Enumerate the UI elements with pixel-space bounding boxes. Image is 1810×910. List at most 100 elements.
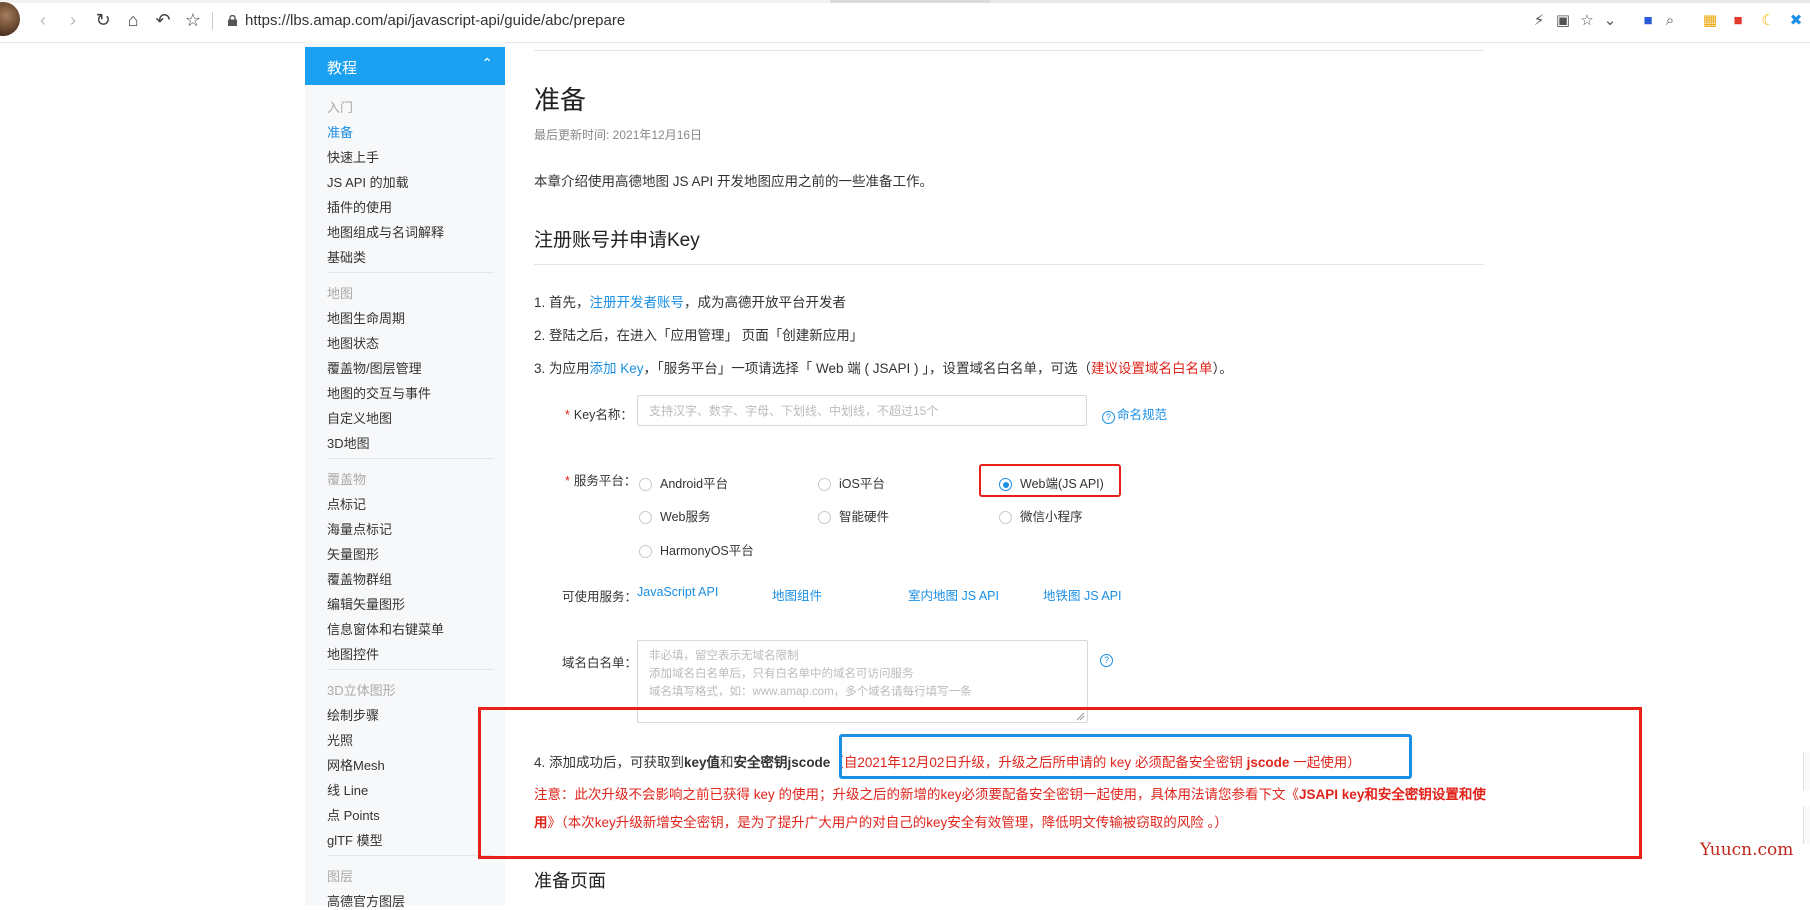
radio-smart-hardware[interactable]: 智能硬件 xyxy=(818,506,889,525)
service-javascript-api[interactable]: JavaScript API xyxy=(637,585,718,599)
add-key-link[interactable]: 添加 Key xyxy=(590,361,644,376)
bookmark-star-icon[interactable]: ☆ xyxy=(182,9,204,31)
side-floating-tab[interactable] xyxy=(1803,806,1810,844)
sidebar-divider xyxy=(327,855,494,856)
sidebar-divider xyxy=(327,272,494,273)
browser-toolbar: ‹ › ↻ ⌂ ↶ ☆ https://lbs.amap.com/api/jav… xyxy=(0,0,1810,43)
key-name-label: * Key名称： xyxy=(565,408,633,422)
sidebar-item[interactable]: 覆盖物/图层管理 xyxy=(327,358,422,377)
radio-android[interactable]: Android平台 xyxy=(639,473,728,492)
sidebar-item[interactable]: 矢量图形 xyxy=(327,544,379,563)
watermark: Yuucn.com xyxy=(1700,840,1794,860)
step-1: 1. 首先，注册开发者账号，成为高德开放平台开发者 xyxy=(534,291,846,311)
sidebar-item[interactable]: 点标记 xyxy=(327,494,366,513)
step-text: ）。 xyxy=(1212,361,1233,376)
address-bar[interactable]: https://lbs.amap.com/api/javascript-api/… xyxy=(245,12,625,29)
sidebar-group-title: 地图 xyxy=(327,286,354,301)
register-link[interactable]: 注册开发者账号 xyxy=(590,295,685,310)
sidebar-item[interactable]: glTF 模型 xyxy=(327,830,383,849)
sidebar-item[interactable]: 高德官方图层 xyxy=(327,891,405,910)
home-icon[interactable]: ⌂ xyxy=(122,9,144,31)
sidebar-item[interactable]: 线 Line xyxy=(327,780,368,799)
intro-text: 本章介绍使用高德地图 JS API 开发地图应用之前的一些准备工作。 xyxy=(534,174,934,189)
chevron-down-icon[interactable]: ⌄ xyxy=(1600,11,1620,31)
sidebar-item[interactable]: JS API 的加载 xyxy=(327,172,409,191)
sidebar-item[interactable]: 地图生命周期 xyxy=(327,308,405,327)
whitelist-label: 域名白名单： xyxy=(562,656,638,670)
question-icon: ? xyxy=(1102,411,1115,424)
search-icon[interactable]: ⌕ xyxy=(1660,11,1680,31)
platform-label: * 服务平台： xyxy=(565,474,637,488)
sidebar-item[interactable]: 海量点标记 xyxy=(327,519,392,538)
sidebar-item[interactable]: 绘制步骤 xyxy=(327,705,379,724)
page-title: 准备 xyxy=(534,85,587,115)
step-3: 3. 为应用添加 Key，「服务平台」一项请选择「 Web 端 ( JSAPI … xyxy=(534,357,1233,377)
sidebar-divider xyxy=(327,458,494,459)
sidebar-item-prepare[interactable]: 准备 xyxy=(327,122,353,141)
star-icon[interactable]: ☆ xyxy=(1577,11,1597,31)
forward-icon[interactable]: › xyxy=(62,9,84,31)
paw-icon[interactable]: ■ xyxy=(1638,11,1658,31)
sidebar-item[interactable]: 地图状态 xyxy=(327,333,379,352)
sidebar-item[interactable]: 编辑矢量图形 xyxy=(327,594,405,613)
whitelist-help-icon[interactable]: ? xyxy=(1100,651,1115,667)
sidebar-header-label: 教程 xyxy=(327,60,358,77)
sidebar-item[interactable]: 地图的交互与事件 xyxy=(327,383,431,402)
reload-icon[interactable]: ↻ xyxy=(92,9,114,31)
lock-icon xyxy=(228,15,237,26)
step-text: ，成为高德开放平台开发者 xyxy=(684,295,847,310)
sidebar-item[interactable]: 地图组成与名词解释 xyxy=(327,222,444,241)
apps-icon[interactable]: ▦ xyxy=(1700,11,1720,31)
sidebar-item[interactable]: 点 Points xyxy=(327,805,380,824)
section-divider xyxy=(534,264,1484,265)
sidebar-item[interactable]: 自定义地图 xyxy=(327,408,392,427)
qr-icon[interactable]: ▣ xyxy=(1553,11,1573,31)
side-floating-tab[interactable] xyxy=(1803,752,1810,790)
sidebar-item[interactable]: 地图控件 xyxy=(327,644,379,663)
highlight-step-4 xyxy=(478,707,1642,859)
radio-ios[interactable]: iOS平台 xyxy=(818,473,885,492)
service-indoor-map[interactable]: 室内地图 JS API xyxy=(908,585,999,604)
whitelist-advice-link[interactable]: 建议设置域名白名单 xyxy=(1091,361,1213,376)
lightning-icon[interactable]: ⚡ xyxy=(1529,11,1549,31)
sidebar-item[interactable]: 基础类 xyxy=(327,247,366,266)
pdf-icon[interactable]: ■ xyxy=(1728,11,1748,31)
avatar[interactable] xyxy=(0,2,20,36)
radio-web-service[interactable]: Web服务 xyxy=(639,506,710,525)
sidebar-item[interactable]: 快速上手 xyxy=(327,147,379,166)
services-label: 可使用服务： xyxy=(562,590,638,604)
section-title: 准备页面 xyxy=(534,871,606,891)
step-2: 2. 登陆之后，在进入「应用管理」 页面「创建新应用」 xyxy=(534,328,864,343)
plugin-icon[interactable]: ✖ xyxy=(1786,11,1806,31)
radio-wechat-miniapp[interactable]: 微信小程序 xyxy=(999,506,1083,525)
radio-harmonyos[interactable]: HarmonyOS平台 xyxy=(639,540,754,559)
sidebar-group-title: 覆盖物 xyxy=(327,472,367,487)
tab-strip xyxy=(0,0,1810,3)
key-name-input[interactable]: 支持汉字、数字、字母、下划线、中划线，不超过15个 xyxy=(637,395,1087,426)
naming-help-link[interactable]: ? 命名规范 xyxy=(1102,404,1167,424)
sidebar-item[interactable]: 网格Mesh xyxy=(327,755,385,774)
top-divider xyxy=(534,50,1484,51)
sidebar-group-title: 图层 xyxy=(327,869,354,884)
highlight-selected-platform xyxy=(979,464,1121,497)
step-text: 3. 为应用 xyxy=(534,361,590,376)
sidebar-divider xyxy=(327,669,494,670)
toolbar-divider xyxy=(212,12,213,30)
sidebar-item[interactable]: 光照 xyxy=(327,730,353,749)
sidebar-item[interactable]: 覆盖物群组 xyxy=(327,569,392,588)
step-text: 1. 首先， xyxy=(534,295,590,310)
back-icon[interactable]: ‹ xyxy=(32,9,54,31)
sidebar-item[interactable]: 插件的使用 xyxy=(327,197,392,216)
sidebar-header[interactable]: 教程 ⌃ xyxy=(305,47,505,85)
last-updated: 最后更新时间: 2021年12月16日 xyxy=(534,128,703,142)
service-subway-map[interactable]: 地铁图 JS API xyxy=(1043,585,1122,604)
section-title: 注册账号并申请Key xyxy=(534,230,700,251)
moon-icon[interactable]: ☾ xyxy=(1758,11,1778,31)
service-map-components[interactable]: 地图组件 xyxy=(772,585,822,604)
sidebar-group-title: 3D立体图形 xyxy=(327,683,396,698)
step-text: ，「服务平台」一项请选择「 Web 端 ( JSAPI ) 」，设置域名白名单，… xyxy=(643,361,1092,376)
chevron-up-icon[interactable]: ⌃ xyxy=(481,55,493,72)
undo-icon[interactable]: ↶ xyxy=(152,9,174,31)
sidebar-item[interactable]: 3D地图 xyxy=(327,433,370,452)
sidebar-item[interactable]: 信息窗体和右键菜单 xyxy=(327,619,444,638)
